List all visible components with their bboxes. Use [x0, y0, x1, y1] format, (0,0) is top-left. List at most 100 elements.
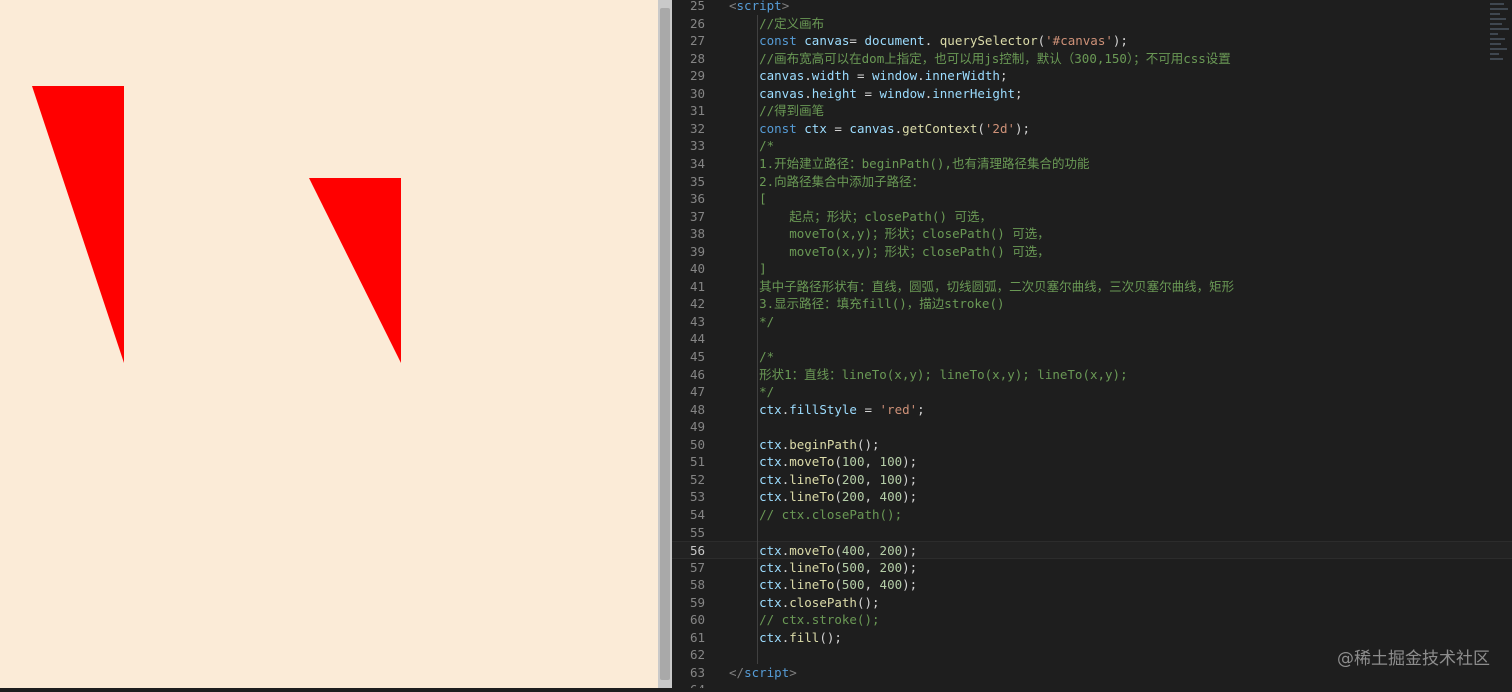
- code-line-58[interactable]: 58 ctx.lineTo(500, 400);: [672, 576, 1512, 594]
- code-line-26[interactable]: 26 //定义画布: [672, 15, 1512, 33]
- line-code: ctx.beginPath();: [729, 436, 880, 452]
- code-line-56[interactable]: 56 ctx.moveTo(400, 200);: [672, 541, 1512, 559]
- line-number: 50: [689, 436, 705, 452]
- line-code: [: [729, 191, 767, 207]
- line-code: /*: [729, 138, 775, 154]
- line-code: 形状1：直线：lineTo(x,y); lineTo(x,y); lineTo(…: [729, 366, 1128, 382]
- line-number: 63: [689, 664, 705, 680]
- code-line-32[interactable]: 32 const ctx = canvas.getContext('2d');: [672, 120, 1512, 138]
- code-line-51[interactable]: 51 ctx.moveTo(100, 100);: [672, 453, 1512, 471]
- code-line-60[interactable]: 60 // ctx.stroke();: [672, 611, 1512, 629]
- code-line-42[interactable]: 42 3.显示路径：填充fill()，描边stroke(): [672, 295, 1512, 313]
- line-number: 38: [689, 226, 705, 242]
- code-line-29[interactable]: 29 canvas.width = window.innerWidth;: [672, 67, 1512, 85]
- watermark-text: @稀土掘金技术社区: [1337, 649, 1490, 669]
- code-line-45[interactable]: 45 /*: [672, 348, 1512, 366]
- line-code: 起点；形状；closePath() 可选，: [729, 208, 993, 224]
- code-line-30[interactable]: 30 canvas.height = window.innerHeight;: [672, 85, 1512, 103]
- line-number: 32: [689, 120, 705, 136]
- code-line-25[interactable]: 25 <script>: [672, 0, 1512, 15]
- code-line-28[interactable]: 28 //画布宽高可以在dom上指定，也可以用js控制，默认（300,150）；…: [672, 50, 1512, 68]
- line-number: 42: [689, 296, 705, 312]
- line-number: 39: [689, 243, 705, 259]
- line-code: ctx.fill();: [729, 629, 842, 645]
- line-code: moveTo(x,y)；形状；closePath() 可选，: [729, 226, 1050, 242]
- code-line-38[interactable]: 38 moveTo(x,y)；形状；closePath() 可选，: [672, 225, 1512, 243]
- line-code: const canvas= document. querySelector('#…: [729, 33, 1128, 49]
- line-code: */: [729, 384, 775, 400]
- line-code: 3.显示路径：填充fill()，描边stroke(): [729, 296, 1005, 312]
- line-number: 62: [689, 647, 705, 663]
- line-number: 59: [689, 594, 705, 610]
- code-line-49[interactable]: 49: [672, 418, 1512, 436]
- line-code: // ctx.closePath();: [729, 506, 903, 522]
- line-code: //定义画布: [729, 15, 825, 31]
- line-number: 30: [689, 85, 705, 101]
- code-line-27[interactable]: 27 const canvas= document. querySelector…: [672, 32, 1512, 50]
- code-line-59[interactable]: 59 ctx.closePath();: [672, 594, 1512, 612]
- line-number: 64: [672, 681, 705, 688]
- line-number: 47: [689, 384, 705, 400]
- line-number: 44: [689, 331, 705, 347]
- code-line-47[interactable]: 47 */: [672, 383, 1512, 401]
- line-number: 54: [689, 506, 705, 522]
- code-line-64[interactable]: 64: [672, 681, 1512, 688]
- line-code: ]: [729, 261, 767, 277]
- line-number: 41: [689, 278, 705, 294]
- line-number: 56: [689, 543, 705, 559]
- line-code: ctx.fillStyle = 'red';: [729, 401, 925, 417]
- line-number: 55: [689, 524, 705, 540]
- code-line-55[interactable]: 55: [672, 524, 1512, 542]
- code-line-34[interactable]: 34 1.开始建立路径：beginPath(),也有清理路径集合的功能: [672, 155, 1512, 173]
- code-line-44[interactable]: 44: [672, 330, 1512, 348]
- code-line-43[interactable]: 43 */: [672, 313, 1512, 331]
- code-line-35[interactable]: 35 2.向路径集合中添加子路径：: [672, 173, 1512, 191]
- code-line-39[interactable]: 39 moveTo(x,y)；形状；closePath() 可选，: [672, 243, 1512, 261]
- canvas-drawing: [32, 86, 401, 363]
- code-line-40[interactable]: 40 ]: [672, 260, 1512, 278]
- code-line-33[interactable]: 33 /*: [672, 137, 1512, 155]
- minimap[interactable]: [1488, 0, 1512, 130]
- line-number: 58: [689, 577, 705, 593]
- line-number: 29: [689, 68, 705, 84]
- code-line-50[interactable]: 50 ctx.beginPath();: [672, 436, 1512, 454]
- line-number: 57: [689, 559, 705, 575]
- line-code: ctx.closePath();: [729, 594, 880, 610]
- code-editor[interactable]: 25 <script> 26 //定义画布 27 const canvas= docu…: [672, 0, 1512, 688]
- line-number: 33: [689, 138, 705, 154]
- code-line-53[interactable]: 53 ctx.lineTo(200, 400);: [672, 488, 1512, 506]
- line-number: 37: [689, 208, 705, 224]
- code-line-46[interactable]: 46 形状1：直线：lineTo(x,y); lineTo(x,y); line…: [672, 366, 1512, 384]
- line-number: 25: [689, 0, 705, 13]
- line-number: 40: [689, 261, 705, 277]
- code-line-54[interactable]: 54 // ctx.closePath();: [672, 506, 1512, 524]
- line-code: /*: [729, 349, 775, 364]
- code-line-36[interactable]: 36 [: [672, 190, 1512, 208]
- line-number: 45: [689, 349, 705, 364]
- code-line-52[interactable]: 52 ctx.lineTo(200, 100);: [672, 471, 1512, 489]
- red-triangle-2: [309, 178, 401, 363]
- code-line-31[interactable]: 31 //得到画笔: [672, 102, 1512, 120]
- code-line-57[interactable]: 57 ctx.lineTo(500, 200);: [672, 559, 1512, 577]
- line-number: 36: [689, 191, 705, 207]
- line-number: 35: [689, 173, 705, 189]
- line-number: 27: [689, 33, 705, 49]
- line-number: 53: [689, 489, 705, 505]
- line-code: // ctx.stroke();: [729, 612, 880, 628]
- line-number: 48: [689, 401, 705, 417]
- line-code: */: [729, 313, 775, 329]
- code-line-37[interactable]: 37 起点；形状；closePath() 可选，: [672, 208, 1512, 226]
- line-code: canvas.height = window.innerHeight;: [729, 85, 1023, 101]
- line-code: moveTo(x,y)；形状；closePath() 可选，: [729, 243, 1050, 259]
- red-triangle-1: [32, 86, 124, 363]
- code-line-41[interactable]: 41 其中子路径形状有：直线，圆弧，切线圆弧，二次贝塞尔曲线，三次贝塞尔曲线，矩…: [672, 278, 1512, 296]
- line-number: 43: [689, 313, 705, 329]
- code-line-48[interactable]: 48 ctx.fillStyle = 'red';: [672, 401, 1512, 419]
- indent-guide: [757, 14, 758, 664]
- line-number: 51: [689, 454, 705, 470]
- line-number: 28: [689, 50, 705, 66]
- line-number: 31: [689, 103, 705, 119]
- scrollbar-thumb[interactable]: [660, 8, 670, 680]
- preview-scrollbar[interactable]: [658, 0, 672, 688]
- line-number: 52: [689, 471, 705, 487]
